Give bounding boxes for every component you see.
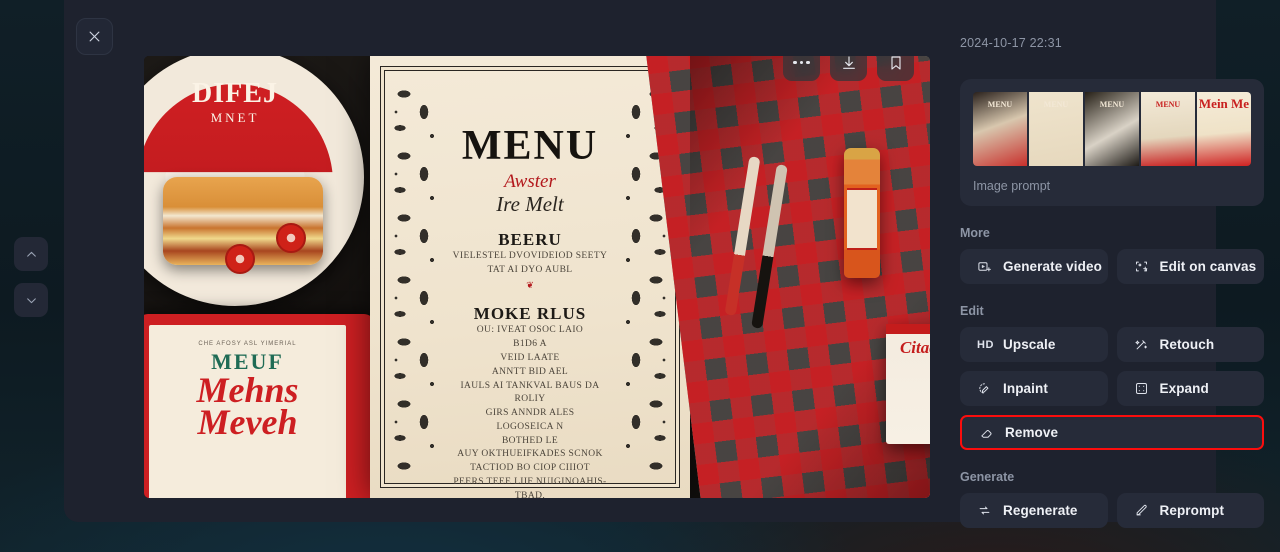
- pencil-icon: [1136, 504, 1147, 516]
- previous-image-button[interactable]: [14, 237, 48, 271]
- board-kicker: CHE AFOSY ASL YIMERIAL: [198, 341, 297, 347]
- reprompt-button[interactable]: Reprompt: [1116, 493, 1264, 528]
- regenerate-button[interactable]: Regenerate: [960, 493, 1108, 528]
- button-grid: HD Upscale Retouch Inpaint Expand Remove: [960, 327, 1264, 450]
- canvas-plus-icon: [1135, 261, 1147, 272]
- edit-on-canvas-button[interactable]: Edit on canvas: [1116, 249, 1264, 284]
- plate-title: DIFEJ: [192, 78, 278, 109]
- button-grid: Generate video Edit on canvas: [960, 249, 1264, 284]
- bookmark-icon: [890, 56, 901, 70]
- artwork-menu-card: MENU Awster Ire Melt BEERU VIELESTEL DVOV…: [370, 56, 690, 498]
- refresh-loop-icon: [979, 506, 990, 515]
- thumbnail-label: MENU: [1155, 100, 1181, 109]
- button-label: Upscale: [1003, 337, 1056, 352]
- menu-section-line: AUY OKTHUEIFKADES SCNOK: [457, 449, 603, 460]
- inpaint-button[interactable]: Inpaint: [960, 371, 1108, 406]
- menu-section-line: GIRS ANNDR ALES: [485, 408, 575, 419]
- menu-section-line: PEERS TEEE LIIF NUIGINOAHIS-TBAD,: [453, 476, 607, 498]
- menu-script-2: Ire Melt: [496, 191, 564, 216]
- image-preview[interactable]: DIFEJ MNET CHE AFOSY ASL YIMERIAL MEUF M…: [144, 56, 930, 498]
- thumbnail-label: MENU: [987, 100, 1013, 109]
- close-button[interactable]: [76, 18, 113, 55]
- hd-icon: HD: [977, 338, 994, 351]
- button-label: Edit on canvas: [1159, 259, 1257, 274]
- menu-section-heading: BEERU: [498, 229, 562, 249]
- thumb-mein-menu[interactable]: Mein Me: [1197, 92, 1251, 166]
- thumb-ornate-menu[interactable]: MENU: [1029, 92, 1083, 166]
- menu-section-line: TAT AI DYO AUBL: [487, 264, 573, 275]
- detail-sidebar: 2024-10-17 22:31 MENU MENU MENU MENU Mein Me…: [944, 0, 1280, 528]
- remove-button[interactable]: Remove: [960, 415, 1264, 450]
- magic-wand-icon: [1134, 340, 1147, 350]
- thumbnail-label: Mein Me: [1198, 96, 1250, 111]
- button-grid: Regenerate Reprompt: [960, 493, 1264, 528]
- group-label-edit: Edit: [960, 304, 984, 318]
- artwork-menu-board: CHE AFOSY ASL YIMERIAL MEUF Mehns Meveh: [144, 314, 374, 498]
- group-label-generate: Generate: [960, 470, 1015, 484]
- menu-section-line: LOGOSEICA N: [496, 421, 564, 432]
- chevron-up-icon: [26, 251, 36, 257]
- menu-section-line: IAULS AI TANKVAL BAUS DA ROLIY: [460, 380, 600, 405]
- menu-section-line: TACTIOD BO CIOP CIIIOT: [470, 463, 590, 474]
- button-label: Remove: [1005, 425, 1059, 440]
- image-detail-modal: DIFEJ MNET CHE AFOSY ASL YIMERIAL MEUF M…: [64, 0, 1264, 528]
- menu-section-line: VEID LAATE: [500, 353, 560, 363]
- bookmark-button[interactable]: [877, 56, 914, 81]
- menu-section-line: OU: IVEAT OSOC LAIO: [476, 325, 584, 336]
- artwork-board-inner: CHE AFOSY ASL YIMERIAL MEUF Mehns Meveh: [147, 323, 348, 498]
- menu-section-line: ANNTT BID AEL: [491, 366, 569, 377]
- thumb-desserts[interactable]: MENU: [1085, 92, 1139, 166]
- generate-video-button[interactable]: Generate video: [960, 249, 1108, 284]
- download-icon: [842, 56, 855, 69]
- menu-section-line: BOTHED LE: [501, 435, 559, 446]
- expand-button[interactable]: Expand: [1116, 371, 1264, 406]
- thumb-burger-plate[interactable]: MENU: [973, 92, 1027, 166]
- image-prompt-card[interactable]: MENU MENU MENU MENU Mein Me Image prompt: [960, 79, 1264, 206]
- timestamp: 2024-10-17 22:31: [960, 36, 1062, 50]
- eraser-icon: [981, 430, 992, 438]
- group-label-more: More: [960, 226, 990, 240]
- image-prompt-label: Image prompt: [973, 179, 1051, 193]
- menu-sections: BEERU VIELESTEL DVOVIDEIOD SEETY TAT AI DY…: [444, 230, 616, 498]
- menu-divider: ❦: [526, 280, 534, 291]
- close-icon: [89, 31, 100, 42]
- next-image-button[interactable]: [14, 283, 48, 317]
- menu-section-heading: MOKE RLUS: [473, 304, 587, 324]
- menu-section-line: B1D6 A: [513, 339, 547, 350]
- expand-icon: [1135, 383, 1147, 394]
- button-label: Expand: [1159, 381, 1209, 396]
- button-label: Generate video: [1003, 259, 1102, 274]
- artwork-can: Citadel: [886, 324, 930, 444]
- image-toolbar: [783, 56, 914, 81]
- button-label: Retouch: [1159, 337, 1215, 352]
- bottle-label: [847, 188, 877, 250]
- prompt-thumbnail-strip[interactable]: MENU MENU MENU MENU Mein Me: [973, 92, 1251, 166]
- download-button[interactable]: [830, 56, 867, 81]
- menu-section-line: VIELESTEL DVOVIDEIOD SEETY: [452, 250, 608, 261]
- can-label: Citadel: [899, 338, 930, 357]
- board-script-2: Meveh: [197, 402, 298, 443]
- action-groups: More Generate video Edit on canvas Edit HD Up…: [960, 226, 1264, 528]
- button-label: Regenerate: [1003, 503, 1078, 518]
- artwork-tomato: [224, 244, 255, 275]
- artwork-sauce-bottle: [844, 148, 880, 278]
- video-plus-icon: [978, 262, 991, 272]
- menu-title: MENU: [461, 123, 599, 169]
- thumbnail-label: MENU: [1043, 100, 1069, 109]
- generated-image: DIFEJ MNET CHE AFOSY ASL YIMERIAL MEUF M…: [144, 56, 930, 498]
- upscale-button[interactable]: HD Upscale: [960, 327, 1108, 362]
- menu-card-body: MENU Awster Ire Melt BEERU VIELESTEL DVOV…: [400, 122, 660, 498]
- chevron-down-icon: [26, 297, 36, 303]
- thumbnail-label: MENU: [1099, 100, 1125, 109]
- button-label: Inpaint: [1003, 381, 1048, 396]
- plate-subtitle: MNET: [210, 110, 260, 125]
- more-options-button[interactable]: [783, 56, 820, 81]
- button-label: Reprompt: [1159, 503, 1225, 518]
- thumb-diner-menu[interactable]: MENU: [1141, 92, 1195, 166]
- menu-script-1: Awster: [504, 171, 556, 192]
- inpaint-brush-icon: [979, 383, 989, 394]
- retouch-button[interactable]: Retouch: [1116, 327, 1264, 362]
- ellipsis-icon: [793, 60, 810, 65]
